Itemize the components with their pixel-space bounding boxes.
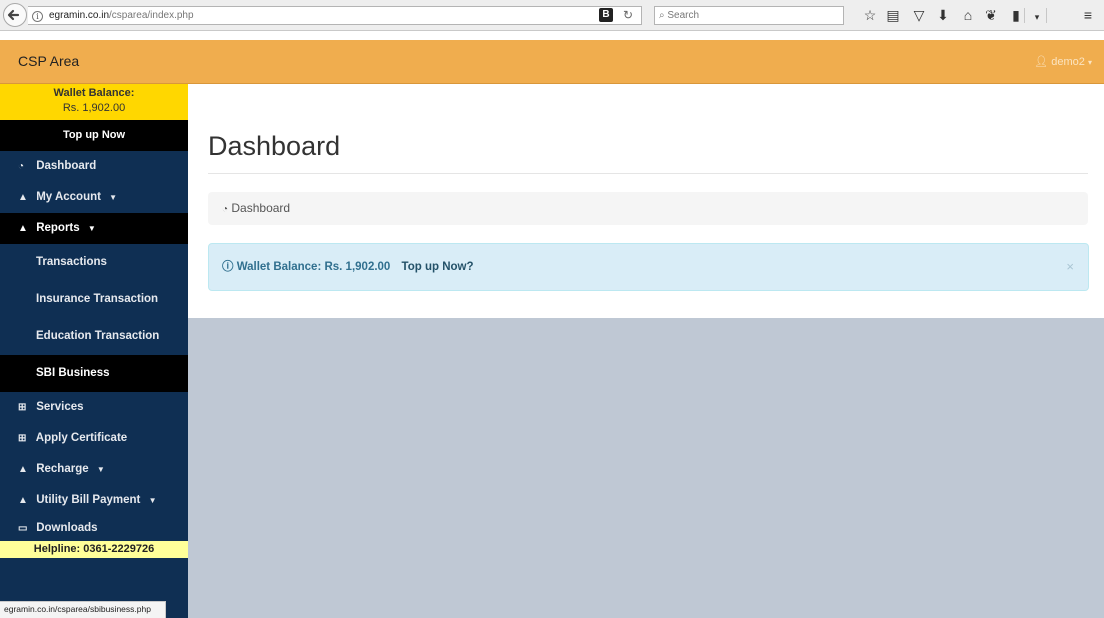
topup-link[interactable]: Top up Now? — [402, 261, 474, 273]
back-button[interactable] — [3, 3, 27, 27]
caret-down-icon: ▼ — [109, 193, 118, 202]
sidebar-item-label: My Account — [36, 191, 101, 203]
topup-now-button[interactable]: Top up Now — [0, 120, 188, 151]
app-header: CSP Area 👤︎ demo2 ▾ — [0, 40, 1104, 84]
title-divider — [208, 173, 1088, 174]
search-icon: ⌕ — [659, 10, 665, 21]
search-input[interactable]: ⌕ Search — [654, 6, 844, 25]
bookmark-b-icon[interactable]: B — [599, 8, 613, 22]
toolbar-separator — [1024, 8, 1025, 23]
user-name: demo2 — [1051, 56, 1085, 68]
info-circle-icon: ⓘ — [222, 261, 234, 273]
sidebar-subitem-sbi-business[interactable]: SBI Business — [0, 355, 188, 392]
chevron-down-icon[interactable]: ▾ — [1029, 9, 1045, 25]
wallet-label: Wallet Balance: — [53, 87, 135, 99]
close-icon[interactable]: × — [1066, 244, 1074, 290]
caret-down-icon: ▼ — [96, 465, 105, 474]
search-placeholder: Search — [667, 10, 700, 21]
reload-icon[interactable]: ↻ — [623, 8, 633, 22]
info-icon[interactable]: i — [32, 11, 43, 22]
sidebar-item-label: Dashboard — [36, 160, 97, 172]
user-menu[interactable]: 👤︎ demo2 ▾ — [1034, 55, 1092, 68]
sidebar-item-dashboard[interactable]: ◔ Dashboard — [0, 151, 188, 182]
wallet-balance-box: Wallet Balance: Rs. 1,902.00 — [0, 84, 188, 120]
caret-down-icon: ▾ — [1087, 58, 1092, 67]
user-icon: 👤︎ — [1034, 56, 1049, 68]
address-bar[interactable]: i egramin.co.in/csparea/index.php — [28, 6, 642, 25]
sidebar-item-services[interactable]: ⊞ Services — [0, 392, 188, 423]
sidebar-subitem-insurance-transaction[interactable]: Insurance Transaction — [0, 281, 188, 318]
sidebar-item-label: Utility Bill Payment — [36, 494, 141, 506]
sidebar-item-label: Recharge — [36, 463, 89, 475]
alert-text: Wallet Balance: Rs. 1,902.00 — [236, 261, 391, 273]
brand-title[interactable]: CSP Area — [18, 53, 79, 69]
caret-down-icon: ▼ — [148, 496, 157, 505]
download-icon[interactable]: ⬇ — [935, 7, 951, 23]
pocket-icon[interactable]: ▽ — [911, 7, 927, 23]
sidebar-item-recharge[interactable]: ▲ Recharge ▼ — [0, 454, 188, 485]
wallet-alert: ⓘ Wallet Balance: Rs. 1,902.00 Top up No… — [208, 243, 1089, 291]
monitor-icon: ▭ — [18, 523, 28, 534]
sidebar-item-label: Services — [36, 401, 84, 413]
sidebar: Wallet Balance: Rs. 1,902.00 Top up Now … — [0, 84, 188, 618]
breadcrumb: ◔ Dashboard — [208, 192, 1088, 225]
sidebar-subitem-transactions[interactable]: Transactions — [0, 244, 188, 281]
reading-list-icon[interactable]: ▤ — [885, 7, 901, 23]
home-icon[interactable]: ⌂ — [960, 7, 976, 23]
url-path: /csparea/index.php — [109, 10, 194, 21]
extension-icon[interactable]: ❦ — [983, 7, 999, 23]
tachometer-icon: ◔ — [18, 161, 25, 172]
sidebar-item-label: Apply Certificate — [35, 432, 128, 444]
back-arrow-icon — [7, 9, 20, 21]
sidebar-item-reports[interactable]: ▲ Reports ▼ — [0, 213, 188, 244]
user-icon: ▲ — [18, 495, 28, 506]
user-icon: ▲ — [18, 192, 28, 203]
addon-icon[interactable]: ▮ — [1008, 7, 1024, 23]
sidebar-item-apply-certificate[interactable]: ⊞ Apply Certificate — [0, 423, 188, 454]
status-bar-url: egramin.co.in/csparea/sbibusiness.php — [0, 601, 166, 618]
sidebar-item-utility-bill-payment[interactable]: ▲ Utility Bill Payment ▼ — [0, 485, 188, 516]
breadcrumb-item[interactable]: Dashboard — [231, 201, 290, 215]
toolbar-separator — [1046, 8, 1047, 23]
table-icon: ⊞ — [18, 402, 27, 413]
main-content: Dashboard ◔ Dashboard ⓘ Wallet Balance: … — [188, 84, 1104, 318]
url-host: egramin.co.in — [49, 10, 110, 21]
sidebar-item-label: Reports — [36, 222, 80, 234]
wallet-amount: Rs. 1,902.00 — [62, 102, 126, 114]
content-background — [188, 318, 1104, 618]
browser-toolbar: i egramin.co.in/csparea/index.php B ↻ ⌕ S… — [0, 0, 1104, 31]
sidebar-subitem-education-transaction[interactable]: Education Transaction — [0, 318, 188, 355]
user-icon: ▲ — [18, 464, 28, 475]
sidebar-item-downloads[interactable]: ▭ Downloads — [0, 516, 188, 541]
sidebar-item-my-account[interactable]: ▲ My Account ▼ — [0, 182, 188, 213]
sidebar-item-label: Downloads — [36, 522, 98, 534]
helpline-banner: Helpline: 0361-2229726 — [0, 541, 188, 558]
caret-down-icon: ▼ — [87, 224, 96, 233]
tachometer-icon: ◔ — [222, 204, 229, 215]
hamburger-menu-icon[interactable]: ≡ — [1080, 7, 1096, 23]
table-icon: ⊞ — [18, 433, 27, 444]
user-icon: ▲ — [18, 223, 28, 234]
star-icon[interactable]: ☆ — [862, 7, 878, 23]
page-title: Dashboard — [208, 131, 341, 161]
